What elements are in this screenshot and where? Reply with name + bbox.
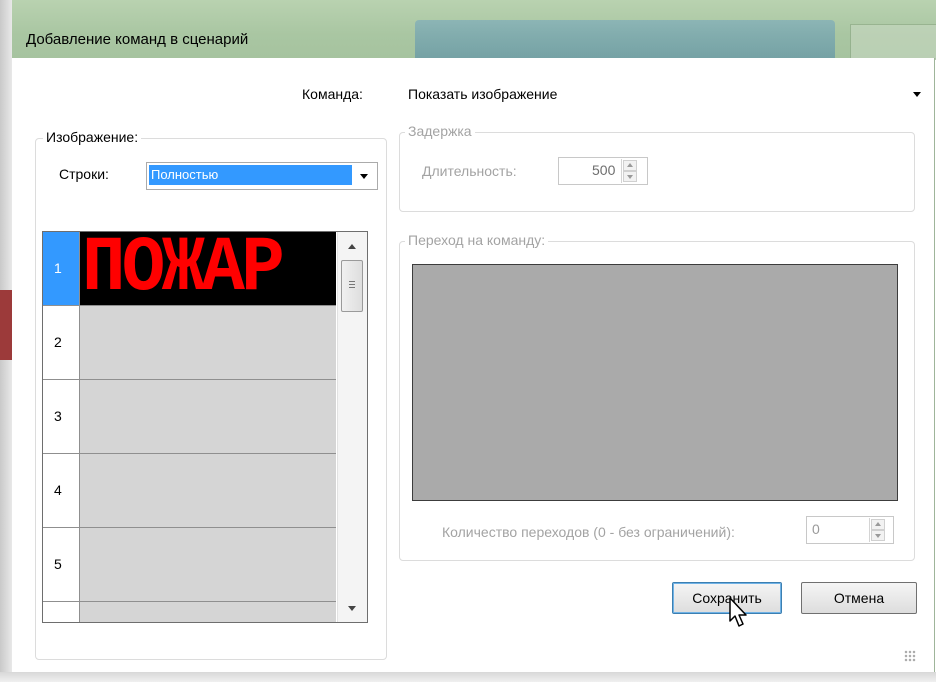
row-number[interactable]: 3 [43, 380, 80, 453]
spin-down-button[interactable] [871, 530, 885, 541]
row-image-cell[interactable] [80, 602, 336, 622]
row-number-partial[interactable] [43, 602, 80, 622]
transitions-count-spinner[interactable]: 0 [806, 516, 894, 544]
transitions-count-value: 0 [812, 521, 820, 537]
spin-up-button[interactable] [871, 519, 885, 530]
chevron-down-icon [913, 92, 921, 97]
background-window-accent [0, 290, 12, 360]
arrow-down-icon [875, 534, 881, 538]
duration-label: Длительность: [422, 163, 517, 179]
save-button[interactable]: Сохранить [672, 582, 782, 614]
mouse-cursor-icon [729, 597, 747, 627]
background-button [850, 24, 936, 60]
goto-group-title: Переход на команду: [405, 232, 549, 248]
duration-spinner[interactable]: 500 [558, 157, 648, 185]
grid-row[interactable]: 3 [43, 380, 336, 454]
row-number[interactable]: 1 [43, 232, 80, 305]
grid-row[interactable]: 5 [43, 528, 336, 602]
background-window-bottom [0, 672, 936, 682]
image-group-title: Изображение: [43, 129, 142, 145]
transitions-count-label: Количество переходов (0 - без ограничени… [442, 524, 735, 540]
rows-label: Строки: [59, 166, 109, 182]
led-image-cell[interactable]: ПОЖАР [80, 232, 336, 305]
row-image-cell[interactable] [80, 454, 336, 527]
scroll-thumb[interactable] [341, 260, 363, 312]
goto-command-list[interactable] [412, 264, 898, 501]
arrow-up-icon [875, 522, 881, 526]
command-label: Команда: [302, 86, 363, 102]
dialog-title: Добавление команд в сценарий [26, 31, 249, 48]
grid-row[interactable]: 1 ПОЖАР [43, 232, 336, 306]
arrow-down-icon [627, 175, 633, 179]
image-rows-grid[interactable]: 1 ПОЖАР 2 3 4 5 [42, 231, 368, 623]
row-image-cell[interactable] [80, 380, 336, 453]
row-image-cell[interactable] [80, 528, 336, 601]
row-number[interactable]: 2 [43, 306, 80, 379]
spin-up-button[interactable] [623, 160, 637, 171]
chevron-down-icon [360, 174, 368, 179]
transitions-spin-buttons[interactable] [869, 518, 885, 542]
row-number[interactable]: 5 [43, 528, 80, 601]
dialog-titlebar[interactable]: Добавление команд в сценарий [12, 0, 936, 60]
rows-select-value: Полностью [149, 165, 352, 185]
grid-row[interactable]: 2 [43, 306, 336, 380]
spin-down-button[interactable] [623, 171, 637, 182]
scroll-down-icon[interactable] [348, 606, 356, 611]
background-tab [415, 20, 835, 58]
row-image-cell[interactable] [80, 306, 336, 379]
delay-group-title: Задержка [405, 123, 475, 139]
duration-spin-buttons[interactable] [621, 159, 637, 183]
command-select[interactable]: Показать изображение [400, 78, 930, 110]
command-select-value: Показать изображение [408, 86, 558, 102]
led-image-text: ПОЖАР [82, 232, 285, 305]
scroll-up-icon[interactable] [348, 244, 356, 249]
grid-scrollbar[interactable] [337, 232, 367, 622]
arrow-up-icon [627, 163, 633, 167]
grip-icon [349, 281, 355, 289]
resize-grip-icon[interactable] [904, 650, 916, 662]
dialog-body: Команда: Показать изображение Изображени… [12, 58, 935, 672]
row-number[interactable]: 4 [43, 454, 80, 527]
grid-row[interactable]: 4 [43, 454, 336, 528]
cancel-button[interactable]: Отмена [801, 582, 917, 614]
grid-row-partial[interactable] [43, 602, 336, 622]
duration-value: 500 [592, 162, 616, 178]
rows-select[interactable]: Полностью [146, 162, 378, 190]
